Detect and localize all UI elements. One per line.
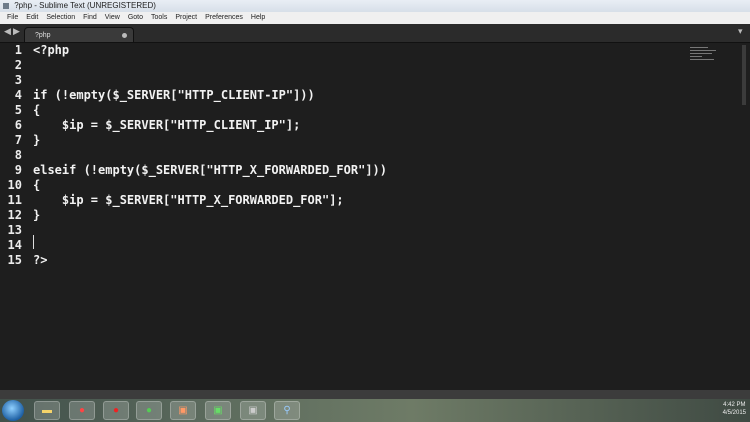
code-line: 8 xyxy=(0,148,690,163)
line-number: 7 xyxy=(14,133,22,147)
menu-view[interactable]: View xyxy=(101,12,124,24)
line-number: 6 xyxy=(14,118,22,132)
line-number: 13 xyxy=(7,223,22,237)
line-code: if (!empty($_SERVER["HTTP_CLIENT-IP"])) xyxy=(33,88,315,102)
code-line: 11 $ip = $_SERVER["HTTP_X_FORWARDED_FOR"… xyxy=(0,193,690,208)
system-clock[interactable]: 4:42 PM 4/5/2015 xyxy=(723,401,746,417)
sublime-text-icon[interactable]: ▣ xyxy=(240,401,266,420)
clock-time: 4:42 PM xyxy=(723,402,746,408)
code-line: 10 { xyxy=(0,178,690,193)
line-number: 15 xyxy=(7,253,22,267)
line-number: 10 xyxy=(7,178,22,192)
line-number: 4 xyxy=(14,88,22,102)
code-line: 2 xyxy=(0,58,690,73)
line-number: 12 xyxy=(7,208,22,222)
tab-label: ?php xyxy=(35,32,51,39)
vertical-scrollbar[interactable] xyxy=(742,45,746,105)
app-icon xyxy=(3,2,9,9)
code-line: 1 <?php xyxy=(0,43,690,58)
menu-bar: File Edit Selection Find View Goto Tools… xyxy=(0,12,750,24)
clock-date: 4/5/2015 xyxy=(722,410,746,416)
code-line: 13 xyxy=(0,223,690,238)
menu-help[interactable]: Help xyxy=(247,12,269,24)
menu-preferences[interactable]: Preferences xyxy=(201,12,247,24)
line-number: 8 xyxy=(14,148,22,162)
line-code: { xyxy=(33,178,41,192)
start-button-icon[interactable] xyxy=(2,400,24,421)
menu-selection[interactable]: Selection xyxy=(42,12,79,24)
tab-bar: ◀ ▶ ?php ▾ xyxy=(0,24,750,43)
unsaved-dot-icon[interactable] xyxy=(122,33,127,38)
title-bar: ?php - Sublime Text (UNREGISTERED) xyxy=(0,0,750,12)
line-code: <?php xyxy=(33,43,70,57)
line-code: $ip = $_SERVER["HTTP_X_FORWARDED_FOR"]; xyxy=(33,193,344,207)
line-code: } xyxy=(33,133,41,147)
tab-list-icon[interactable]: ▾ xyxy=(738,26,743,37)
line-number: 1 xyxy=(14,43,22,57)
menu-tools[interactable]: Tools xyxy=(147,12,171,24)
file-explorer-icon[interactable]: ▬ xyxy=(34,401,60,420)
window-title: ?php - Sublime Text (UNREGISTERED) xyxy=(14,1,156,10)
windows-taskbar: ▬ ● ● ● ▣ ▣ ▣ ⚲ 4:42 PM 4/5/2015 xyxy=(0,399,750,422)
code-line: 15 ?> xyxy=(0,253,690,268)
line-number: 2 xyxy=(14,58,22,72)
line-number: 9 xyxy=(14,163,22,177)
tab-php-file[interactable]: ?php xyxy=(24,27,134,42)
code-line: 5{ xyxy=(0,103,690,118)
camtasia-icon[interactable]: ▣ xyxy=(205,401,231,420)
menu-goto[interactable]: Goto xyxy=(124,12,147,24)
code-line: 7} xyxy=(0,133,690,148)
tab-scroll-right-icon[interactable]: ▶ xyxy=(13,26,20,37)
line-code: elseif (!empty($_SERVER["HTTP_X_FORWARDE… xyxy=(33,163,388,177)
menu-project[interactable]: Project xyxy=(171,12,201,24)
code-editor[interactable]: 1 <?php 2 3 4 if (!empty($_SERVER["HTTP_CL… xyxy=(0,43,750,390)
search-icon[interactable]: ⚲ xyxy=(274,401,300,420)
code-line: 14 xyxy=(0,238,690,253)
image-viewer-icon[interactable]: ▣ xyxy=(170,401,196,420)
menu-edit[interactable]: Edit xyxy=(22,12,42,24)
line-code: { xyxy=(33,103,41,117)
code-line: 6 $ip = $_SERVER["HTTP_CLIENT_IP"]; xyxy=(0,118,690,133)
line-number: 11 xyxy=(7,193,22,207)
vodafone-icon[interactable]: ● xyxy=(103,401,129,420)
messenger-icon[interactable]: ● xyxy=(136,401,162,420)
code-line: 9 elseif (!empty($_SERVER["HTTP_X_FORWARD… xyxy=(0,163,690,178)
code-line: 3 xyxy=(0,73,690,88)
line-code: ?> xyxy=(33,253,48,267)
text-cursor xyxy=(33,235,34,249)
menu-find[interactable]: Find xyxy=(79,12,101,24)
line-number: 3 xyxy=(14,73,22,87)
code-line: 4 if (!empty($_SERVER["HTTP_CLIENT-IP"])) xyxy=(0,88,690,103)
chrome-icon[interactable]: ● xyxy=(69,401,95,420)
menu-file[interactable]: File xyxy=(3,12,22,24)
minimap[interactable] xyxy=(690,47,718,62)
line-code: } xyxy=(33,208,41,222)
line-number: 14 xyxy=(7,238,22,252)
code-line: 12} xyxy=(0,208,690,223)
line-code: $ip = $_SERVER["HTTP_CLIENT_IP"]; xyxy=(33,118,301,132)
status-bar xyxy=(0,390,750,399)
line-number: 5 xyxy=(14,103,22,117)
tab-scroll-left-icon[interactable]: ◀ xyxy=(4,26,11,37)
